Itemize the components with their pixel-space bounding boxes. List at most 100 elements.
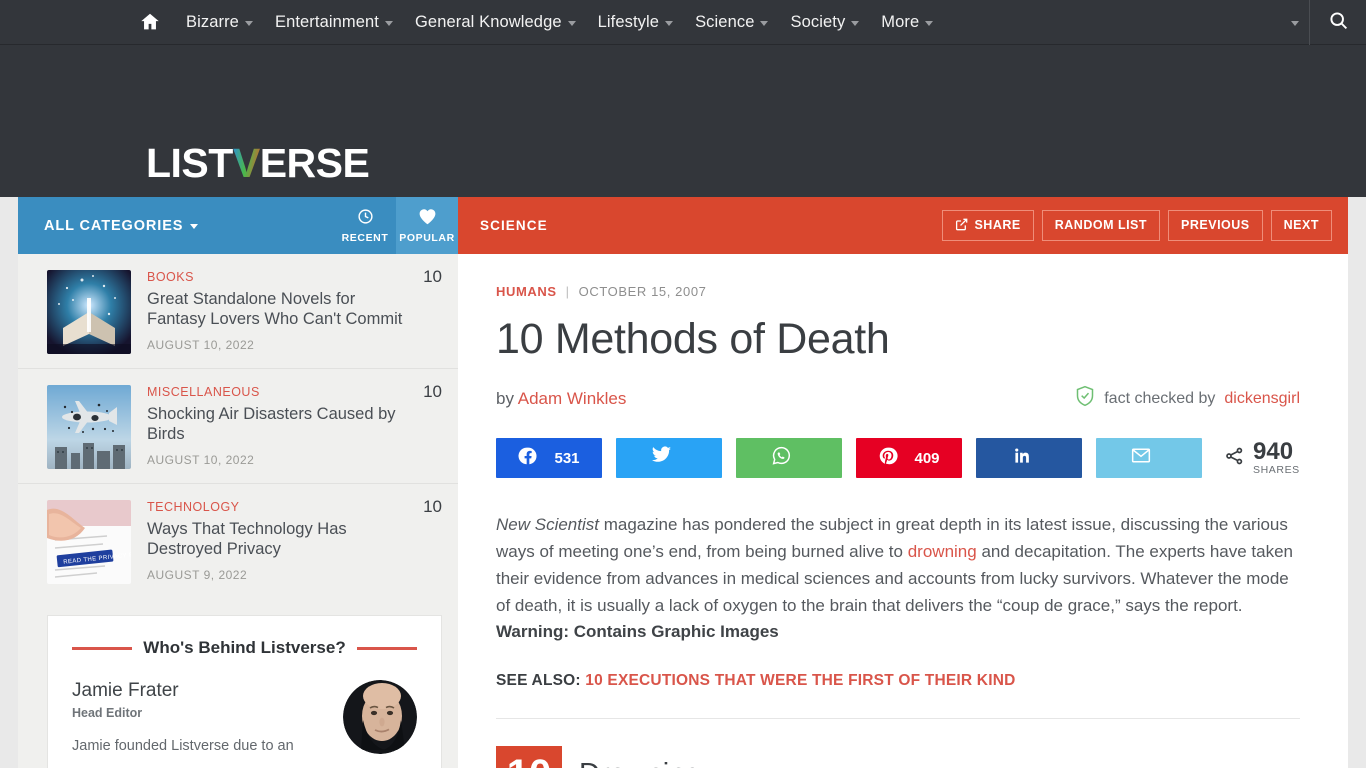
- nav-overflow-button[interactable]: [1281, 0, 1309, 45]
- list-item[interactable]: READ THE PRIVACY POLICY TECHNOLOGY 10 Wa…: [18, 483, 458, 598]
- share-whatsapp-button[interactable]: [736, 438, 842, 478]
- fact-checked-note: fact checked by dickensgirl: [1075, 385, 1300, 412]
- chevron-down-icon: [665, 20, 674, 26]
- share-button[interactable]: SHARE: [942, 209, 1034, 242]
- article-category-link[interactable]: HUMANS: [496, 284, 557, 299]
- list-item-body: TECHNOLOGY 10 Ways That Technology Has D…: [147, 497, 442, 584]
- meta-separator: |: [565, 284, 570, 299]
- thumbnail-finger-privacy-policy: READ THE PRIVACY POLICY: [47, 500, 131, 584]
- random-list-label: RANDOM LIST: [1054, 218, 1148, 233]
- share-email-button[interactable]: [1096, 438, 1202, 478]
- nav-item-home[interactable]: [127, 0, 175, 45]
- author-widget-title: Who's Behind Listverse?: [143, 638, 346, 657]
- nav-item-more[interactable]: More: [870, 0, 944, 45]
- nav-label: Lifestyle: [597, 12, 660, 31]
- nav-right-group: [1281, 0, 1366, 45]
- external-link-icon: [955, 218, 968, 234]
- byline-prefix: by: [496, 388, 518, 408]
- topic-section-label: SCIENCE: [480, 218, 548, 233]
- article-content: HUMANS | OCTOBER 15, 2007 10 Methods of …: [458, 254, 1348, 768]
- logo-text-vee: V: [232, 140, 260, 186]
- list-item-date: AUGUST 9, 2022: [147, 567, 248, 582]
- list-item-category[interactable]: MISCELLANEOUS: [147, 385, 410, 399]
- random-list-button[interactable]: RANDOM LIST: [1041, 209, 1161, 242]
- drowning-link[interactable]: drowning: [908, 542, 977, 561]
- heart-icon: [418, 208, 437, 230]
- list-item-body: MISCELLANEOUS 10 Shocking Air Disasters …: [147, 382, 442, 469]
- nav-label: Society: [790, 12, 846, 31]
- author-bio: Jamie founded Listverse due to an: [72, 738, 294, 754]
- article-topic-bar: SCIENCE SHARE RANDOM LIST PREVIOUS NEXT: [458, 197, 1348, 254]
- previous-button[interactable]: PREVIOUS: [1168, 209, 1263, 242]
- nav-item-general-knowledge[interactable]: General Knowledge: [404, 0, 587, 45]
- all-categories-bar: ALL CATEGORIES RECENT POPULAR: [18, 197, 458, 254]
- social-share-row: 531 409 940 SHARES: [496, 438, 1300, 478]
- all-categories-dropdown[interactable]: ALL CATEGORIES: [44, 218, 199, 234]
- list-item-title[interactable]: Ways That Technology Has Destroyed Priva…: [147, 519, 410, 560]
- page-title: 10 Methods of Death: [496, 315, 890, 363]
- list-item-category[interactable]: TECHNOLOGY: [147, 500, 410, 514]
- list-item-title[interactable]: Shocking Air Disasters Caused by Birds: [147, 404, 410, 445]
- list-item[interactable]: MISCELLANEOUS 10 Shocking Air Disasters …: [18, 368, 458, 483]
- search-button[interactable]: [1310, 0, 1366, 45]
- share-facebook-button[interactable]: 531: [496, 438, 602, 478]
- site-logo[interactable]: LIST V ERSE: [146, 140, 370, 186]
- thumbnail-airplane-birds-skyline: [47, 385, 131, 469]
- author-widget: Who's Behind Listverse? Jamie Frater Hea…: [47, 615, 442, 768]
- logo-text-part1: LIST: [146, 140, 233, 186]
- list-item-category[interactable]: BOOKS: [147, 270, 410, 284]
- nav-item-lifestyle[interactable]: Lifestyle: [587, 0, 684, 45]
- nav-label: Entertainment: [274, 12, 379, 31]
- home-icon: [139, 11, 161, 33]
- nav-item-entertainment[interactable]: Entertainment: [264, 0, 404, 45]
- chevron-down-icon: [385, 20, 393, 26]
- list-entry-title: Drowning: [579, 758, 702, 768]
- twitter-icon: [651, 446, 672, 470]
- top-navigation-bar: Bizarre Entertainment General Knowledge …: [0, 0, 1366, 45]
- list-entry-number: 10: [496, 746, 562, 768]
- divider: [496, 718, 1300, 720]
- nav-item-science[interactable]: Science: [684, 0, 779, 45]
- author-name[interactable]: Jamie Frater: [72, 680, 343, 702]
- linkedin-icon: [1012, 446, 1031, 470]
- logo-text-part2: ERSE: [259, 140, 370, 186]
- nav-item-bizarre[interactable]: Bizarre: [175, 0, 264, 45]
- tab-popular[interactable]: POPULAR: [396, 197, 458, 254]
- category-and-topic-bar: ALL CATEGORIES RECENT POPULAR SCIENCE SH…: [18, 197, 1348, 254]
- byline-author-link[interactable]: Adam Winkles: [518, 389, 627, 408]
- chevron-down-icon: [1291, 21, 1299, 26]
- topic-action-buttons: SHARE RANDOM LIST PREVIOUS NEXT: [942, 209, 1332, 242]
- chevron-down-icon: [760, 20, 769, 26]
- fact-checker-link[interactable]: dickensgirl: [1224, 390, 1300, 408]
- lede-italic-publication: New Scientist: [496, 515, 599, 534]
- main-layout: BOOKS 10 Great Standalone Novels for Fan…: [18, 254, 1348, 768]
- next-label: NEXT: [1283, 218, 1319, 233]
- avatar-jamie-frater: [343, 680, 417, 754]
- list-item[interactable]: BOOKS 10 Great Standalone Novels for Fan…: [18, 254, 458, 368]
- thumbnail-glowing-open-book: [47, 270, 131, 354]
- author-widget-header: Who's Behind Listverse?: [72, 638, 417, 658]
- nav-label: General Knowledge: [415, 12, 562, 31]
- share-linkedin-button[interactable]: [976, 438, 1082, 478]
- share-twitter-button[interactable]: [616, 438, 722, 478]
- share-pinterest-button[interactable]: 409: [856, 438, 962, 478]
- facebook-icon: [518, 446, 538, 471]
- search-icon: [1328, 10, 1349, 36]
- site-logo-band: LIST V ERSE: [0, 45, 1366, 197]
- next-button[interactable]: NEXT: [1270, 209, 1332, 242]
- list-item-count: 10: [423, 267, 442, 286]
- byline: by Adam Winkles: [496, 389, 626, 409]
- whatsapp-icon: [771, 445, 792, 471]
- chevron-down-icon: [190, 224, 199, 229]
- nav-label: Science: [695, 12, 755, 31]
- primary-nav-list: Bizarre Entertainment General Knowledge …: [127, 0, 944, 45]
- nav-item-society[interactable]: Society: [779, 0, 870, 45]
- tab-recent[interactable]: RECENT: [334, 197, 396, 254]
- email-icon: [1131, 447, 1151, 469]
- list-item-title[interactable]: Great Standalone Novels for Fantasy Love…: [147, 289, 410, 330]
- facebook-share-count: 531: [554, 449, 580, 467]
- tab-popular-label: POPULAR: [399, 231, 455, 244]
- see-also-link[interactable]: 10 EXECUTIONS THAT WERE THE FIRST OF THE…: [585, 672, 1015, 689]
- shield-check-icon: [1075, 385, 1095, 412]
- lede-warning: Warning: Contains Graphic Images: [496, 622, 779, 642]
